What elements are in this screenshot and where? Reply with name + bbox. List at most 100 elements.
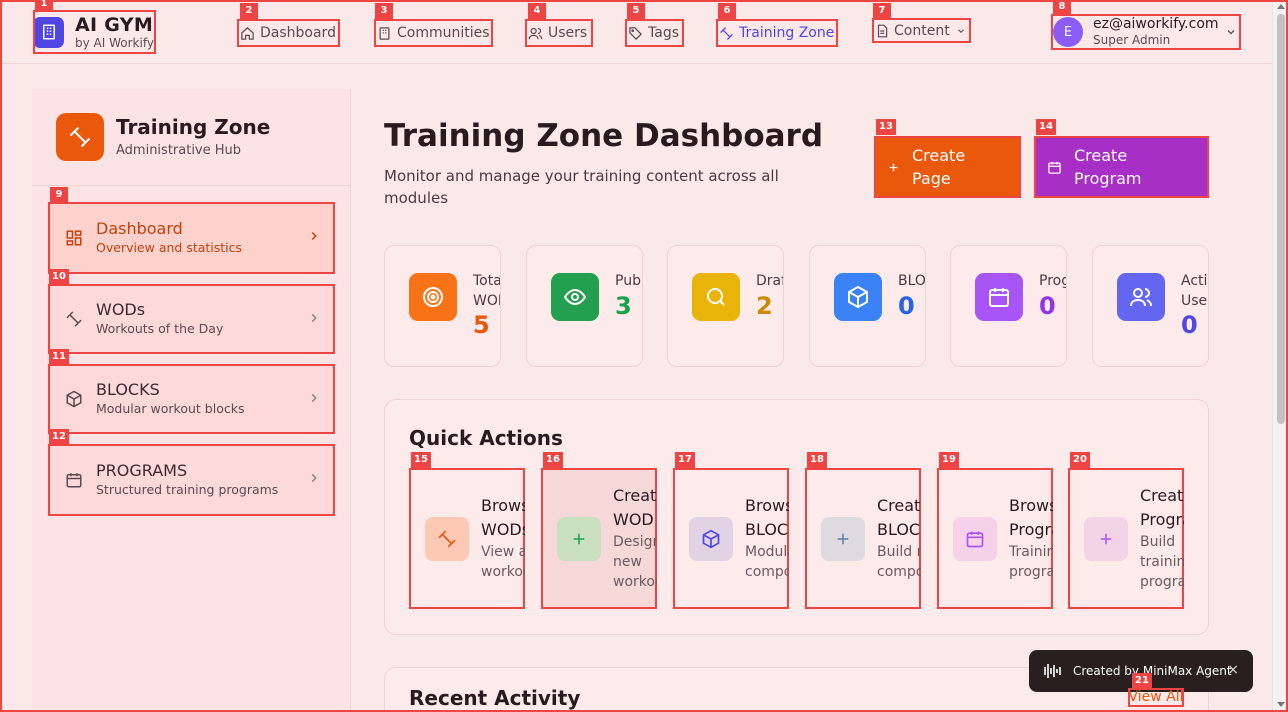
quick-action-desc: View all workouts bbox=[481, 544, 525, 580]
close-icon[interactable]: × bbox=[1227, 662, 1239, 678]
sidebar-item-desc: Modular workout blocks bbox=[96, 401, 245, 416]
user-role: Super Admin bbox=[1093, 33, 1171, 47]
annotation-marker: 2 bbox=[240, 3, 258, 19]
create-page-label: Create Page bbox=[912, 146, 966, 188]
stat-value: 0 bbox=[1039, 292, 1056, 320]
quick-action-create-wod[interactable]: Create WOD Design new workout bbox=[541, 468, 657, 609]
annotation-marker: 10 bbox=[49, 269, 69, 285]
annotation-marker: 14 bbox=[1036, 119, 1056, 135]
sidebar-item-desc: Workouts of the Day bbox=[96, 321, 224, 336]
toast-text: Created by MiniMax Agent bbox=[1073, 664, 1232, 678]
dumbbell-icon bbox=[64, 309, 84, 329]
building-icon bbox=[33, 16, 64, 48]
nav-communities-label: Communities bbox=[397, 25, 490, 41]
stat-total-wods: Total WODs 5 bbox=[384, 245, 501, 367]
box-icon bbox=[689, 517, 733, 561]
eye-icon bbox=[551, 273, 599, 321]
sidebar: Training Zone Administrative Hub Dashboa… bbox=[32, 89, 351, 712]
stat-label: Active Users bbox=[1181, 273, 1208, 309]
quick-action-browse-wods[interactable]: Browse WODs View all workouts bbox=[409, 468, 525, 609]
annotation-marker: 13 bbox=[876, 119, 896, 135]
brand-logo-link[interactable]: AI GYM by AI Workify bbox=[33, 10, 156, 54]
annotation-marker: 17 bbox=[675, 452, 695, 468]
annotation-marker: 3 bbox=[375, 3, 393, 19]
users-icon bbox=[528, 27, 543, 39]
nav-users[interactable]: Users bbox=[525, 19, 593, 47]
annotation-marker: 6 bbox=[718, 3, 736, 19]
document-icon bbox=[877, 24, 888, 37]
scroll-up-arrow[interactable] bbox=[1277, 4, 1285, 9]
stat-value: 0 bbox=[1181, 311, 1198, 339]
sidebar-subtitle: Administrative Hub bbox=[116, 143, 242, 158]
quick-action-title: Create Program bbox=[1140, 486, 1184, 529]
page-subtitle: Monitor and manage your training content… bbox=[384, 167, 779, 207]
annotation-marker: 19 bbox=[939, 452, 959, 468]
scrollbar[interactable] bbox=[1272, 0, 1288, 712]
brand-subtitle: by AI Workify bbox=[75, 36, 154, 50]
box-icon bbox=[64, 389, 84, 409]
nav-communities[interactable]: Communities bbox=[374, 19, 493, 47]
quick-action-browse-programs[interactable]: Browse Programs Training programs bbox=[937, 468, 1053, 609]
stat-label: Published bbox=[615, 273, 643, 289]
quick-action-desc: Modular components bbox=[745, 544, 789, 580]
section-title: Recent Activity bbox=[409, 686, 581, 710]
annotation-marker: 16 bbox=[543, 452, 563, 468]
stat-blocks: BLOCKS 0 bbox=[809, 245, 926, 367]
dumbbell-icon bbox=[56, 113, 104, 161]
stat-value: 5 bbox=[473, 311, 490, 339]
quick-action-create-block[interactable]: Create BLOCK Build new component bbox=[805, 468, 921, 609]
scrollbar-thumb[interactable] bbox=[1277, 14, 1285, 424]
layout-grid-icon bbox=[64, 228, 84, 248]
sidebar-item-desc: Structured training programs bbox=[96, 482, 279, 497]
nav-training-zone[interactable]: Training Zone bbox=[716, 19, 838, 47]
annotation-marker: 12 bbox=[49, 429, 69, 445]
chevron-down-icon bbox=[957, 28, 964, 33]
quick-action-title: Create WOD bbox=[613, 486, 657, 529]
sidebar-title: Training Zone bbox=[116, 115, 271, 139]
annotation-marker: 21 bbox=[1132, 673, 1152, 689]
sidebar-item-desc: Overview and statistics bbox=[96, 240, 243, 255]
stat-label: Drafts bbox=[756, 273, 783, 289]
avatar: E bbox=[1053, 17, 1083, 47]
stat-active-users: Active Users 0 bbox=[1092, 245, 1209, 367]
stat-label: BLOCKS bbox=[898, 273, 926, 289]
waveform-icon bbox=[1044, 664, 1061, 678]
calendar-icon bbox=[64, 470, 84, 490]
quick-action-title: Browse WODs bbox=[481, 496, 525, 539]
user-menu[interactable]: E ez@aiworkify.com Super Admin bbox=[1051, 14, 1241, 50]
sidebar-item-blocks[interactable]: BLOCKS Modular workout blocks bbox=[48, 364, 335, 434]
nav-dashboard[interactable]: Dashboard bbox=[237, 19, 340, 47]
quick-action-create-program[interactable]: Create Program Build training program bbox=[1068, 468, 1184, 609]
quick-action-desc: Build new component bbox=[877, 544, 921, 580]
calendar-icon bbox=[953, 517, 997, 561]
annotation-marker: 11 bbox=[49, 349, 69, 365]
nav-tags-label: Tags bbox=[648, 25, 679, 41]
sidebar-item-label: WODs bbox=[96, 300, 146, 319]
quick-action-title: Browse BLOCKS bbox=[745, 496, 789, 539]
quick-action-desc: Training programs bbox=[1009, 544, 1053, 580]
nav-tags[interactable]: Tags bbox=[625, 19, 684, 47]
annotation-marker: 18 bbox=[807, 452, 827, 468]
calendar-icon bbox=[975, 273, 1023, 321]
sidebar-item-dashboard[interactable]: Dashboard Overview and statistics bbox=[48, 202, 335, 274]
chevron-down-icon bbox=[1227, 30, 1235, 35]
sidebar-item-programs[interactable]: PROGRAMS Structured training programs bbox=[48, 444, 335, 516]
home-icon bbox=[241, 26, 254, 40]
annotation-marker: 4 bbox=[528, 3, 546, 19]
nav-content-dropdown[interactable]: Content bbox=[872, 18, 971, 43]
box-icon bbox=[834, 273, 882, 321]
quick-action-desc: Design new workout bbox=[613, 534, 657, 590]
annotation-marker: 1 bbox=[35, 0, 53, 12]
scroll-down-arrow[interactable] bbox=[1277, 702, 1285, 707]
sidebar-item-label: Dashboard bbox=[96, 219, 183, 238]
dumbbell-icon bbox=[425, 517, 469, 561]
create-program-label: Create Program bbox=[1074, 146, 1142, 188]
stat-programs: Programs 0 bbox=[950, 245, 1067, 367]
quick-action-browse-blocks[interactable]: Browse BLOCKS Modular components bbox=[673, 468, 789, 609]
create-page-button[interactable]: Create Page bbox=[874, 136, 1021, 198]
create-program-button[interactable]: Create Program bbox=[1034, 136, 1209, 198]
sidebar-item-wods[interactable]: WODs Workouts of the Day bbox=[48, 284, 335, 354]
chevron-right-icon bbox=[311, 393, 317, 403]
annotation-marker: 5 bbox=[627, 3, 645, 19]
view-all-link[interactable]: View All bbox=[1128, 688, 1184, 707]
